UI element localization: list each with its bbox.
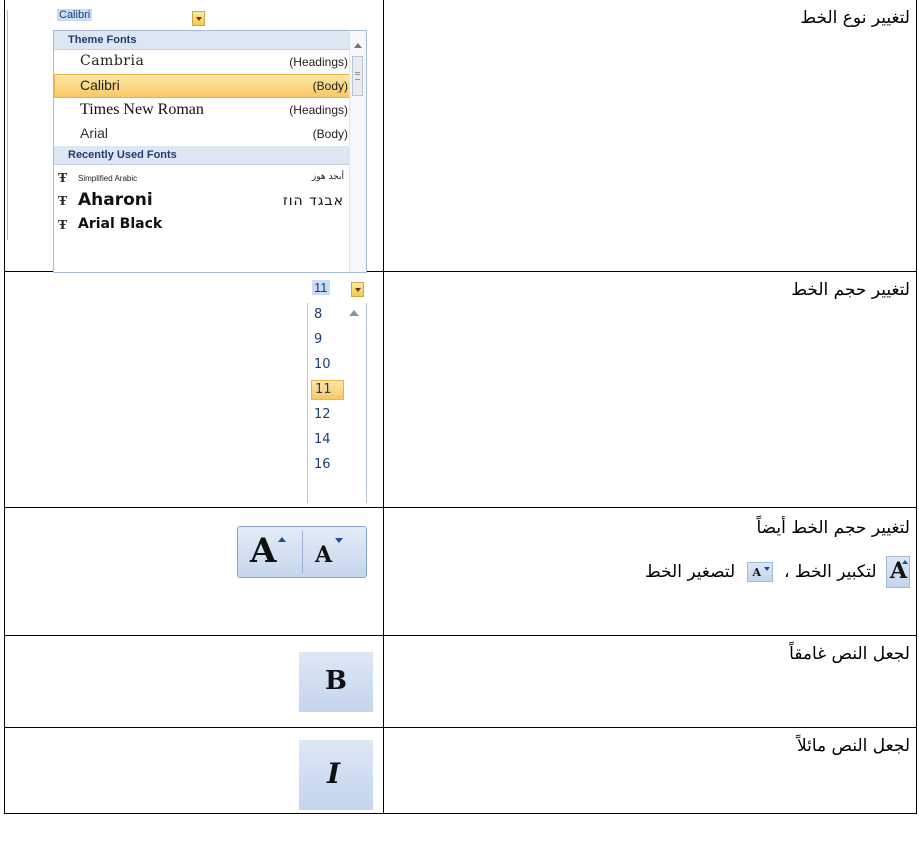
font-name-combo[interactable]: Calibri <box>57 8 252 25</box>
shrink-font-glyph: A <box>752 566 762 579</box>
grow-font-icon: A <box>250 531 277 571</box>
font-option-label: Arial Black <box>78 216 163 232</box>
font-name-desc-cell: لتغيير نوع الخط <box>383 0 917 272</box>
recent-fonts-header: Recently Used Fonts <box>54 146 350 165</box>
font-option-aharoni[interactable]: Ŧ Aharoni אבגד הוז <box>54 190 350 214</box>
font-name-cell: Calibri Theme Fonts Cambria (Headings) C… <box>4 0 384 273</box>
font-size-desc-cell: لتغيير حجم الخط <box>383 271 917 508</box>
font-option-times-new-roman[interactable]: Times New Roman (Headings) <box>54 98 350 122</box>
divider <box>7 10 8 240</box>
italic-desc-cell: لجعل النص مائلاً <box>383 727 917 814</box>
font-option-arial-black[interactable]: Ŧ Arial Black <box>54 214 350 238</box>
font-size-list: 8 9 10 11 12 14 16 <box>307 303 367 503</box>
font-option-cambria[interactable]: Cambria (Headings) <box>54 50 350 74</box>
font-option-arial[interactable]: Arial (Body) <box>54 122 350 146</box>
font-option-simplified-arabic[interactable]: Ŧ Simplified Arabic أبجد هوز <box>54 169 350 190</box>
scroll-thumb[interactable] <box>352 56 363 96</box>
font-size-option[interactable]: 14 <box>311 430 344 450</box>
bold-icon: B <box>325 666 347 696</box>
font-option-tag: (Headings) <box>289 55 348 69</box>
truetype-icon: Ŧ <box>58 194 68 209</box>
font-option-calibri[interactable]: Calibri (Body) <box>54 74 350 98</box>
font-size-option[interactable]: 9 <box>311 330 344 350</box>
font-option-sample: אבגד הוז <box>282 193 344 209</box>
grow-arrow-icon <box>278 537 286 542</box>
font-option-label: Calibri <box>80 77 120 93</box>
grow-shrink-button-group: A A <box>237 526 367 578</box>
font-size-value[interactable]: 11 <box>312 280 330 295</box>
font-size-cell: 11 8 9 10 11 12 14 16 <box>4 271 384 508</box>
font-option-label: Arial <box>80 125 109 141</box>
font-option-tag: (Body) <box>312 127 348 141</box>
instruction-table: Calibri Theme Fonts Cambria (Headings) C… <box>4 0 917 814</box>
grow-text: لتكبير الخط ، <box>783 562 877 582</box>
shrink-arrow-icon <box>763 567 770 571</box>
shrink-arrow-icon <box>335 538 343 543</box>
font-list-scrollbar[interactable] <box>349 31 366 272</box>
font-option-label: Cambria <box>80 53 145 69</box>
italic-desc: لجعل النص مائلاً <box>796 736 910 756</box>
scroll-up-icon[interactable] <box>354 43 362 48</box>
font-size-option[interactable]: 16 <box>311 455 344 475</box>
font-option-tag: (Body) <box>312 79 348 93</box>
bold-desc: لجعل النص غامقاً <box>789 644 910 664</box>
bold-button[interactable]: B <box>299 652 373 712</box>
italic-icon: I <box>327 757 341 790</box>
truetype-icon: Ŧ <box>58 171 68 186</box>
grow-font-icon: A <box>886 556 910 588</box>
italic-button[interactable]: I <box>299 740 373 810</box>
font-size-option[interactable]: 10 <box>311 355 344 375</box>
shrink-font-icon: A <box>315 542 333 568</box>
shrink-font-icon: A <box>746 562 773 582</box>
grow-arrow-icon <box>902 560 908 564</box>
font-name-value[interactable]: Calibri <box>57 9 93 21</box>
font-option-label: Simplified Arabic <box>78 174 138 183</box>
font-option-tag: (Headings) <box>289 103 348 117</box>
font-name-desc: لتغيير نوع الخط <box>800 8 910 28</box>
font-size-option[interactable]: 8 <box>311 305 344 325</box>
truetype-icon: Ŧ <box>58 218 68 233</box>
shrink-text: لتصغير الخط <box>644 562 736 582</box>
font-size-option[interactable]: 12 <box>311 405 344 425</box>
grow-shrink-cell: A A <box>4 507 384 636</box>
bold-desc-cell: لجعل النص غامقاً <box>383 635 917 728</box>
font-size-dropdown-arrow-icon[interactable] <box>351 282 364 297</box>
grow-shrink-desc: لتغيير حجم الخط أيضاً <box>756 518 910 538</box>
font-option-label: Aharoni <box>78 190 153 210</box>
font-list: Theme Fonts Cambria (Headings) Calibri (… <box>53 30 367 273</box>
font-option-label: Times New Roman <box>80 101 204 118</box>
grow-font-button[interactable]: A <box>238 527 302 577</box>
bold-cell: B <box>4 635 384 728</box>
grow-shrink-desc-cell: لتغيير حجم الخط أيضاً A لتكبير الخط ، A … <box>383 507 917 636</box>
grow-shrink-line: A لتكبير الخط ، A لتصغير الخط <box>645 556 910 588</box>
shrink-font-button[interactable]: A <box>303 527 366 577</box>
font-option-sample: أبجد هوز <box>311 172 344 182</box>
scroll-up-icon[interactable] <box>349 310 359 316</box>
font-size-option-selected[interactable]: 11 <box>311 380 344 400</box>
theme-fonts-header: Theme Fonts <box>54 31 350 50</box>
italic-cell: I <box>4 727 384 814</box>
font-size-desc: لتغيير حجم الخط <box>791 280 910 300</box>
font-dropdown-arrow-icon[interactable] <box>192 11 205 26</box>
